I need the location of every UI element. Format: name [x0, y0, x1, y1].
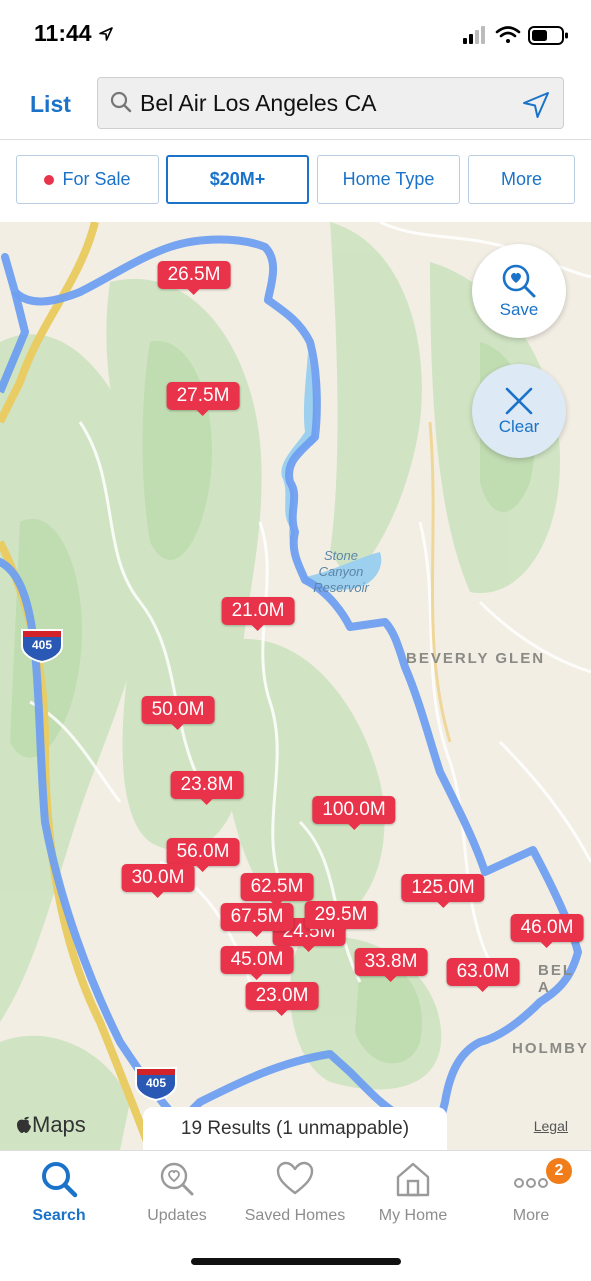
status-bar: 11:44 [0, 0, 591, 70]
tab-search[interactable]: Search [0, 1159, 118, 1225]
search-input[interactable]: Bel Air Los Angeles CA [97, 77, 564, 129]
reservoir-label: Stone Canyon Reservoir [313, 548, 369, 595]
tab-updates[interactable]: Updates [118, 1159, 236, 1225]
close-icon [505, 387, 533, 415]
map-label-beverly-glen: BEVERLY GLEN [406, 650, 546, 667]
save-label: Save [499, 300, 539, 319]
filter-for-sale[interactable]: For Sale [16, 155, 159, 204]
location-arrow-icon [99, 27, 113, 41]
filter-label: For Sale [62, 169, 131, 189]
tab-my-home[interactable]: My Home [354, 1159, 472, 1225]
price-pin[interactable]: 46.0M [510, 914, 584, 948]
price-pin[interactable]: 26.5M [157, 261, 231, 295]
filter-label: $20M+ [209, 169, 266, 189]
updates-icon [160, 1162, 194, 1196]
price-pin[interactable]: 27.5M [166, 382, 240, 416]
price-pin[interactable]: 30.0M [121, 864, 195, 898]
filter-more[interactable]: More [468, 155, 575, 204]
tab-label: My Home [378, 1207, 448, 1224]
wifi-icon [495, 26, 521, 43]
filter-home-type[interactable]: Home Type [317, 155, 460, 204]
map-label-holmby: HOLMBY [512, 1040, 589, 1057]
interstate-number: 405 [145, 1076, 167, 1090]
more-dots-icon [514, 1178, 548, 1188]
price-pin[interactable]: 23.8M [170, 771, 244, 805]
cellular-signal-icon [463, 26, 485, 44]
interstate-number: 405 [31, 638, 53, 652]
tab-label: Updates [147, 1207, 207, 1224]
notification-badge: 2 [546, 1158, 572, 1184]
search-query-text: Bel Air Los Angeles CA [140, 90, 377, 116]
filter-price[interactable]: $20M+ [166, 155, 309, 204]
clear-boundary-button[interactable]: Clear [472, 364, 566, 458]
battery-icon [528, 26, 568, 45]
current-location-icon[interactable] [521, 90, 551, 120]
clear-label: Clear [498, 417, 540, 436]
price-pin[interactable]: 63.0M [446, 958, 520, 992]
legal-link[interactable]: Legal [534, 1118, 568, 1134]
results-count[interactable]: 19 Results (1 unmappable) [143, 1107, 447, 1150]
header-divider [0, 139, 591, 140]
price-pin[interactable]: 33.8M [354, 948, 428, 982]
status-icons [463, 24, 573, 51]
tab-more[interactable]: More [472, 1159, 590, 1225]
save-search-button[interactable]: Save [472, 244, 566, 338]
maps-attribution-text: Maps [32, 1112, 86, 1137]
maps-attribution: Maps [16, 1112, 86, 1138]
status-time: 11:44 [34, 20, 114, 47]
filter-label: More [500, 169, 542, 189]
tab-saved-homes[interactable]: Saved Homes [236, 1159, 354, 1225]
map-label-bel-air: BEL A [538, 962, 574, 996]
list-view-link[interactable]: List [30, 91, 71, 118]
price-pin[interactable]: 21.0M [221, 597, 295, 631]
tab-label: Search [32, 1207, 86, 1224]
tab-label: More [512, 1207, 550, 1224]
price-pin[interactable]: 67.5M [220, 903, 294, 937]
filter-label: Home Type [342, 169, 435, 189]
heart-icon [276, 1161, 314, 1195]
price-pin[interactable]: 100.0M [312, 796, 396, 830]
house-icon [396, 1162, 430, 1197]
price-pin[interactable]: 50.0M [141, 696, 215, 730]
for-sale-dot-icon [44, 174, 55, 185]
map-background [0, 222, 591, 1150]
price-pin[interactable]: 29.5M [304, 901, 378, 935]
price-pin[interactable]: 45.0M [220, 946, 294, 980]
price-pin[interactable]: 23.0M [245, 982, 319, 1016]
search-icon [42, 1162, 78, 1198]
price-pin[interactable]: 125.0M [401, 874, 485, 908]
price-pin[interactable]: 62.5M [240, 873, 314, 907]
apple-logo-icon [17, 1116, 31, 1133]
tab-label: Saved Homes [244, 1207, 346, 1224]
home-indicator [191, 1258, 401, 1265]
map-view[interactable]: 405 405 Stone Canyon Reservoir BEVERLY G… [0, 222, 591, 1150]
price-pin[interactable]: 56.0M [166, 838, 240, 872]
search-icon [110, 91, 132, 113]
save-search-icon [502, 264, 536, 298]
